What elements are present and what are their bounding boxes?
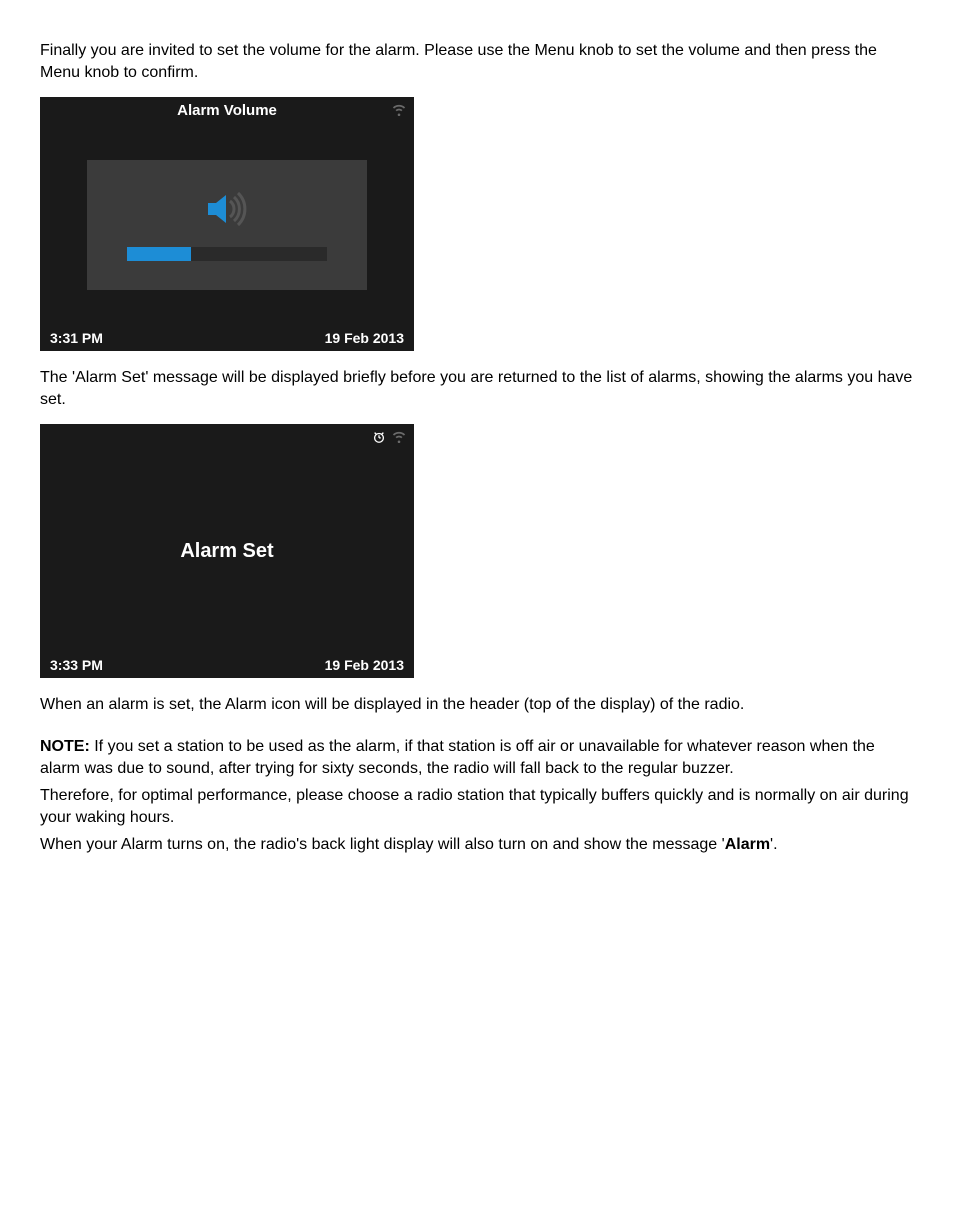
volume-panel bbox=[87, 160, 367, 290]
note-text-3a: When your Alarm turns on, the radio's ba… bbox=[40, 836, 725, 853]
screenshot-title: Alarm Volume bbox=[177, 102, 277, 119]
volume-fill bbox=[127, 247, 191, 261]
alarm-set-text: Alarm Set bbox=[180, 540, 273, 563]
screenshot-header bbox=[40, 424, 414, 452]
note-label: NOTE: bbox=[40, 738, 90, 755]
footer-date: 19 Feb 2013 bbox=[325, 330, 404, 346]
wifi-icon bbox=[392, 430, 406, 448]
screenshot-body bbox=[40, 125, 414, 325]
note-paragraph-1: NOTE: If you set a station to be used as… bbox=[40, 736, 914, 781]
note-paragraph-3: When your Alarm turns on, the radio's ba… bbox=[40, 834, 914, 856]
note-text-1: If you set a station to be used as the a… bbox=[40, 738, 875, 777]
screenshot-footer: 3:31 PM 19 Feb 2013 bbox=[40, 325, 414, 351]
wifi-icon bbox=[392, 103, 406, 120]
speaker-icon bbox=[204, 189, 250, 229]
note-paragraph-2: Therefore, for optimal performance, plea… bbox=[40, 785, 914, 830]
intro-paragraph: Finally you are invited to set the volum… bbox=[40, 40, 914, 85]
para-alarm-set-desc: The 'Alarm Set' message will be displaye… bbox=[40, 367, 914, 412]
footer-time: 3:33 PM bbox=[50, 657, 103, 673]
screenshot-footer: 3:33 PM 19 Feb 2013 bbox=[40, 652, 414, 678]
footer-date: 19 Feb 2013 bbox=[325, 657, 404, 673]
screenshot-header: Alarm Volume bbox=[40, 97, 414, 125]
alarm-clock-icon bbox=[372, 430, 386, 448]
screenshot-alarm-volume: Alarm Volume 3:31 PM bbox=[40, 97, 414, 351]
para-alarm-icon-desc: When an alarm is set, the Alarm icon wil… bbox=[40, 694, 914, 716]
screenshot-alarm-set: Alarm Set 3:33 PM 19 Feb 2013 bbox=[40, 424, 414, 678]
note-text-3b: Alarm bbox=[725, 836, 770, 853]
volume-bar bbox=[127, 247, 327, 261]
screenshot-body: Alarm Set bbox=[40, 452, 414, 652]
note-text-3c: '. bbox=[770, 836, 778, 853]
footer-time: 3:31 PM bbox=[50, 330, 103, 346]
